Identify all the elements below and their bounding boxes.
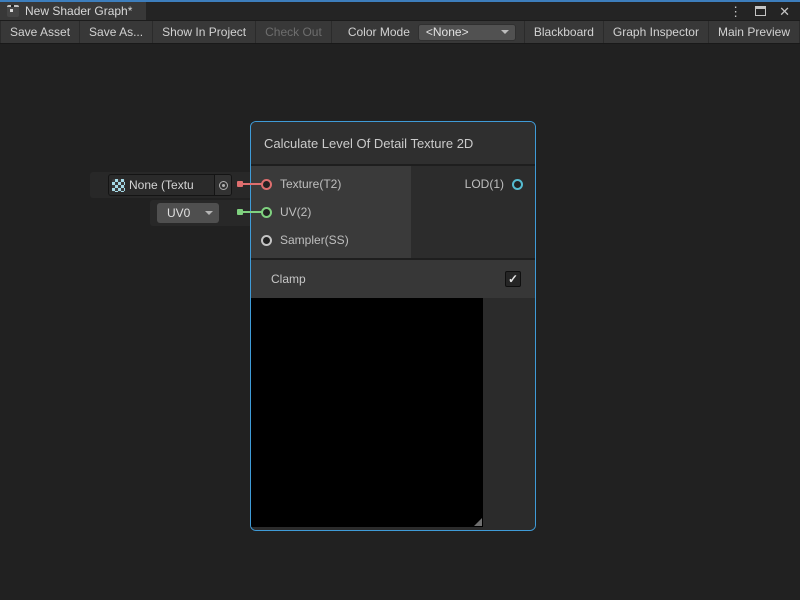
- node-calculate-lod-texture2d[interactable]: Calculate Level Of Detail Texture 2D Tex…: [250, 121, 536, 531]
- shader-graph-icon: [7, 5, 19, 17]
- port-row-lod: LOD(1): [411, 170, 535, 198]
- check-out-button: Check Out: [256, 21, 332, 43]
- window-controls: ⋮ ✕: [729, 2, 800, 20]
- uv-edge-wire[interactable]: [242, 211, 263, 213]
- main-preview-button[interactable]: Main Preview: [709, 21, 800, 43]
- texture-object-field[interactable]: None (Textu: [108, 174, 232, 196]
- clamp-checkbox[interactable]: ✓: [505, 271, 521, 287]
- uv-edge-stub: [237, 209, 243, 215]
- node-input-ports: Texture(T2) UV(2) Sampler(SS): [251, 166, 411, 258]
- chevron-down-icon: [205, 211, 213, 215]
- lod-output-port[interactable]: [512, 179, 523, 190]
- node-preview: [251, 298, 483, 527]
- maximize-icon[interactable]: [755, 6, 766, 16]
- show-in-project-button[interactable]: Show In Project: [153, 21, 256, 43]
- color-mode-label: Color Mode: [344, 21, 418, 43]
- sampler-port-label: Sampler(SS): [280, 233, 349, 247]
- port-row-texture: Texture(T2): [251, 170, 411, 198]
- object-picker-button[interactable]: [214, 175, 231, 195]
- checkmark-icon: ✓: [508, 273, 518, 285]
- uv-port-label: UV(2): [280, 205, 311, 219]
- object-picker-icon: [219, 181, 228, 190]
- texture-default-input-row: None (Textu: [90, 172, 250, 198]
- uv-default-input-row: UV0: [150, 200, 250, 226]
- graph-inspector-button[interactable]: Graph Inspector: [604, 21, 709, 43]
- window-titlebar: New Shader Graph* ⋮ ✕: [0, 0, 800, 21]
- texture-port-label: Texture(T2): [280, 177, 341, 191]
- tab-title: New Shader Graph*: [25, 4, 132, 18]
- chevron-down-icon: [501, 30, 509, 34]
- texture-field-value: None (Textu: [129, 178, 214, 192]
- window-menu-icon[interactable]: ⋮: [729, 5, 742, 18]
- shader-graph-toolbar: Save Asset Save As... Show In Project Ch…: [0, 21, 800, 44]
- color-mode-value: <None>: [426, 25, 469, 39]
- sampler-input-port[interactable]: [261, 235, 272, 246]
- save-as-button[interactable]: Save As...: [80, 21, 153, 43]
- graph-canvas[interactable]: None (Textu UV0 Calculate Level Of Detai…: [0, 44, 800, 600]
- node-output-ports: LOD(1): [411, 166, 535, 258]
- tab-new-shader-graph[interactable]: New Shader Graph*: [0, 2, 146, 20]
- node-title: Calculate Level Of Detail Texture 2D: [264, 136, 473, 151]
- texture-edge-wire[interactable]: [242, 183, 263, 185]
- uv-channel-dropdown[interactable]: UV0: [157, 203, 219, 223]
- clamp-setting-row: Clamp ✓: [251, 260, 535, 298]
- node-port-section: Texture(T2) UV(2) Sampler(SS) LOD(1): [251, 166, 535, 258]
- save-asset-button[interactable]: Save Asset: [0, 21, 80, 43]
- port-row-uv: UV(2): [251, 198, 411, 226]
- color-mode-dropdown[interactable]: <None>: [418, 24, 516, 41]
- clamp-label: Clamp: [271, 272, 306, 286]
- uv-channel-value: UV0: [167, 206, 190, 220]
- texture-checker-icon: [112, 179, 125, 192]
- lod-port-label: LOD(1): [465, 177, 504, 191]
- close-icon[interactable]: ✕: [779, 5, 790, 18]
- port-row-sampler: Sampler(SS): [251, 226, 411, 254]
- node-preview-section: [251, 298, 535, 530]
- preview-resize-handle[interactable]: [474, 518, 482, 526]
- blackboard-button[interactable]: Blackboard: [524, 21, 604, 43]
- texture-edge-stub: [237, 181, 243, 187]
- toolbar-spacer: [332, 21, 344, 43]
- node-header[interactable]: Calculate Level Of Detail Texture 2D: [251, 122, 535, 164]
